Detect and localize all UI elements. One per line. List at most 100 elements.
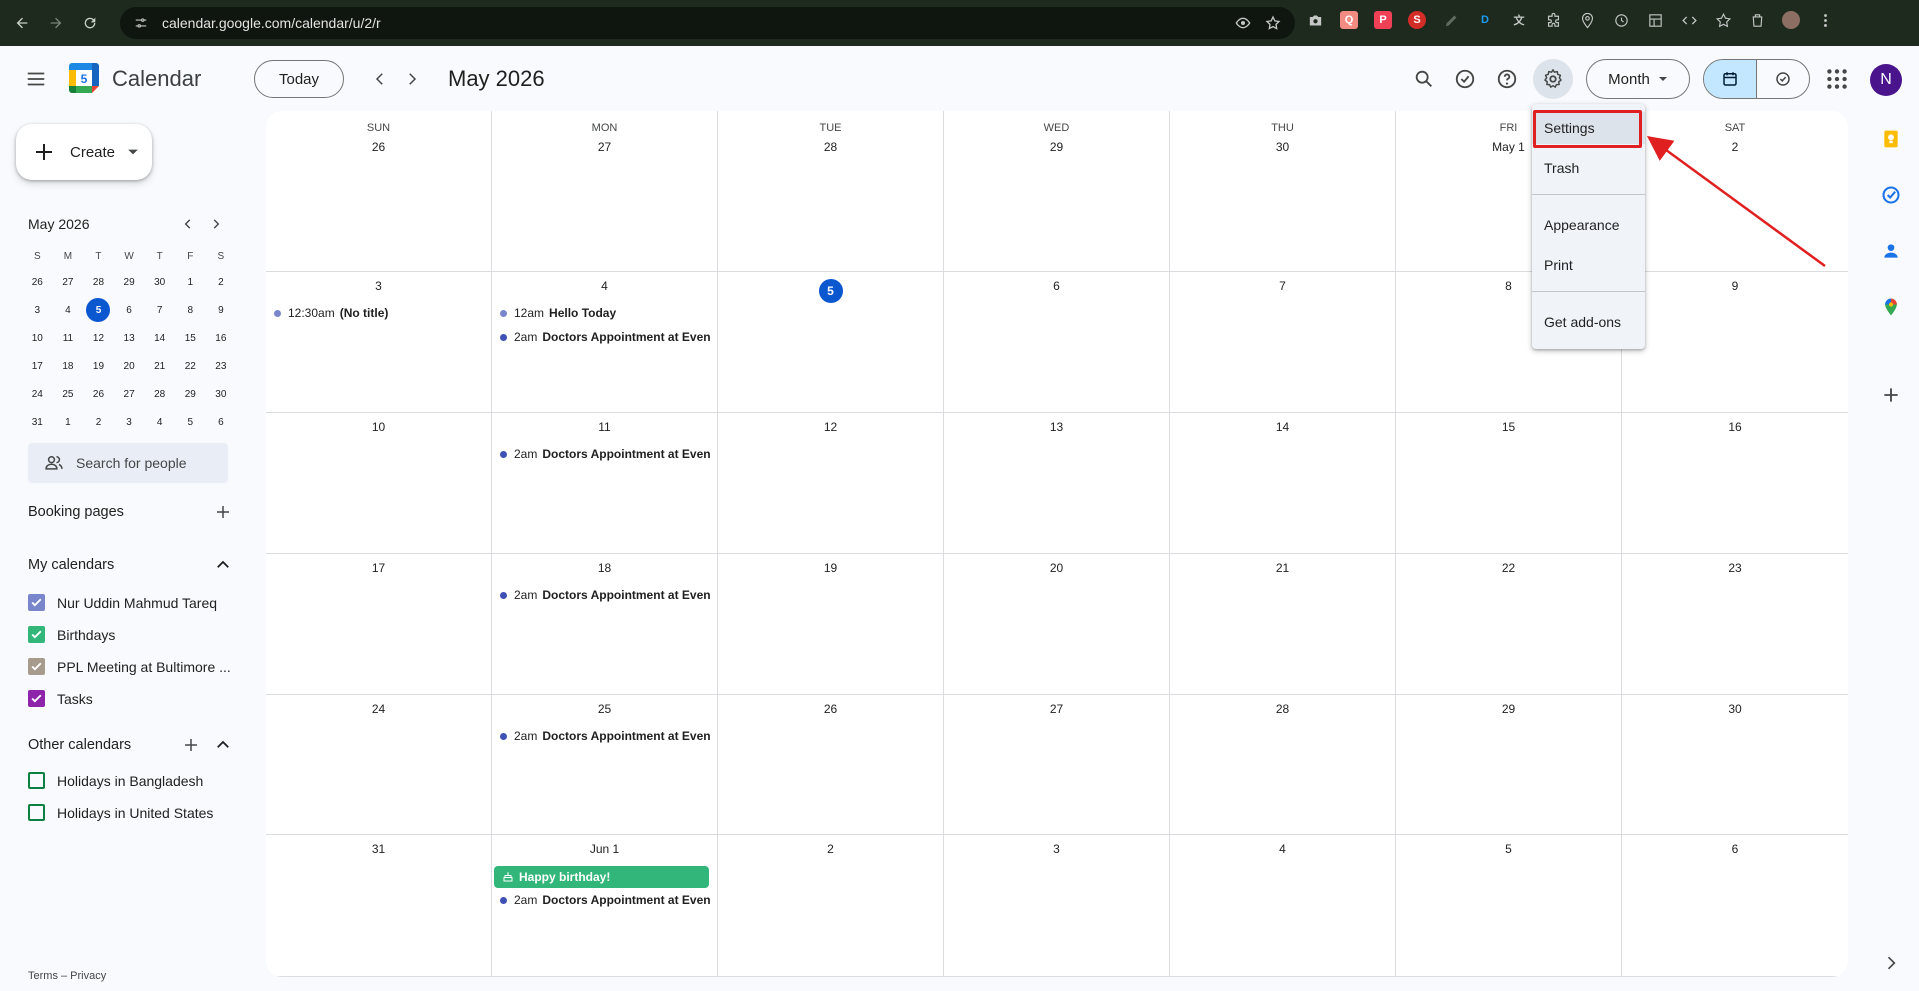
event-chip[interactable]: 12am Hello Today <box>500 303 711 323</box>
date-number[interactable]: 30 <box>1622 702 1848 716</box>
mini-day[interactable]: 2 <box>206 268 237 296</box>
date-number[interactable]: 16 <box>1622 420 1848 434</box>
mini-day[interactable]: 11 <box>53 324 84 352</box>
mini-day[interactable]: 13 <box>114 324 145 352</box>
day-cell[interactable]: 13 <box>944 413 1170 553</box>
day-cell[interactable]: 29 <box>1396 695 1622 834</box>
mini-day[interactable]: 28 <box>144 380 175 408</box>
view-selector[interactable]: Month <box>1586 59 1690 99</box>
pocket-extension-icon[interactable]: P <box>1374 11 1392 29</box>
add-booking-page-icon[interactable] <box>214 503 232 521</box>
date-number[interactable]: 23 <box>1622 561 1848 575</box>
account-avatar[interactable]: N <box>1870 64 1902 96</box>
mini-day[interactable]: 17 <box>22 352 53 380</box>
tasks-icon[interactable] <box>1880 184 1902 206</box>
event-chip[interactable]: 2am Doctors Appointment at Evening <box>500 585 711 605</box>
mini-day[interactable]: 5 <box>175 408 206 436</box>
google-apps-icon[interactable] <box>1824 66 1850 92</box>
day-cell[interactable]: 3 <box>944 835 1170 976</box>
mini-day[interactable]: 26 <box>83 380 114 408</box>
puzzle-extension-icon[interactable] <box>1544 11 1562 29</box>
location-extension-icon[interactable] <box>1578 11 1596 29</box>
day-cell[interactable]: 5 <box>1396 835 1622 976</box>
date-number[interactable]: 22 <box>1396 561 1621 575</box>
back-button[interactable] <box>8 9 36 37</box>
date-number[interactable]: 3 <box>266 279 491 293</box>
date-number[interactable]: 27 <box>944 702 1169 716</box>
day-cell[interactable]: 20 <box>944 554 1170 694</box>
bookmark-star-icon[interactable] <box>1265 15 1281 31</box>
forward-button[interactable] <box>42 9 70 37</box>
date-number[interactable]: 12 <box>718 420 943 434</box>
calendar-list-item[interactable]: Holidays in United States <box>28 804 238 821</box>
mini-day[interactable]: 8 <box>175 296 206 324</box>
date-number[interactable]: 20 <box>944 561 1169 575</box>
my-calendars-section[interactable]: My calendars <box>28 556 232 574</box>
day-cell[interactable]: 15 <box>1396 413 1622 553</box>
mini-day[interactable]: 9 <box>206 296 237 324</box>
get-add-ons-menu-item[interactable]: Get add-ons <box>1532 306 1645 338</box>
event-chip[interactable]: 2am Doctors Appointment at Evening <box>500 444 711 464</box>
mini-day[interactable]: 19 <box>83 352 114 380</box>
mini-day[interactable]: 4 <box>144 408 175 436</box>
mini-day[interactable]: 28 <box>83 268 114 296</box>
mini-day[interactable]: 6 <box>206 408 237 436</box>
day-cell[interactable]: 6 <box>1622 835 1848 976</box>
date-number[interactable]: 29 <box>1396 702 1621 716</box>
checkbox-unchecked-icon[interactable] <box>28 772 45 789</box>
checkbox-unchecked-icon[interactable] <box>28 804 45 821</box>
date-number[interactable]: 3 <box>944 842 1169 856</box>
calendar-list-item[interactable]: Nur Uddin Mahmud Tareq <box>28 594 238 611</box>
day-cell[interactable]: 17 <box>266 554 492 694</box>
today-button[interactable]: Today <box>254 60 344 98</box>
event-chip[interactable]: 12:30am (No title) <box>274 303 485 323</box>
mini-day[interactable]: 22 <box>175 352 206 380</box>
day-cell[interactable]: 19 <box>718 554 944 694</box>
day-cell[interactable]: THU 30 <box>1170 111 1396 271</box>
calendar-list-item[interactable]: PPL Meeting at Bultimore ... <box>28 658 238 675</box>
show-side-panel-icon[interactable] <box>1880 952 1902 974</box>
add-other-calendar-icon[interactable] <box>182 736 200 754</box>
date-number[interactable]: 19 <box>718 561 943 575</box>
date-number[interactable]: 26 <box>266 140 491 154</box>
day-cell[interactable]: SUN 26 <box>266 111 492 271</box>
star-extension-icon[interactable] <box>1714 11 1732 29</box>
mini-day[interactable]: 24 <box>22 380 53 408</box>
mini-day[interactable]: 25 <box>53 380 84 408</box>
mini-prev-button[interactable] <box>174 217 202 231</box>
date-number[interactable]: 5 <box>1396 842 1621 856</box>
mini-day[interactable]: 1 <box>175 268 206 296</box>
mini-day[interactable]: 16 <box>206 324 237 352</box>
date-number[interactable]: Jun 1 <box>492 842 717 856</box>
translate-extension-icon[interactable]: 文 <box>1510 11 1528 29</box>
mini-day[interactable]: 21 <box>144 352 175 380</box>
mini-day[interactable]: 12 <box>83 324 114 352</box>
mini-day[interactable]: 3 <box>114 408 145 436</box>
previous-month-button[interactable] <box>367 66 393 92</box>
mini-day[interactable]: 3 <box>22 296 53 324</box>
date-number[interactable]: 17 <box>266 561 491 575</box>
calendar-view-toggle[interactable] <box>1704 60 1756 98</box>
search-people-input[interactable]: Search for people <box>28 443 228 483</box>
pen-extension-icon[interactable] <box>1442 11 1460 29</box>
mini-day-today[interactable]: 5 <box>83 296 114 324</box>
site-info-icon[interactable] <box>134 16 148 30</box>
day-cell[interactable]: 16 <box>1622 413 1848 553</box>
date-number[interactable]: 18 <box>492 561 717 575</box>
mini-day[interactable]: 15 <box>175 324 206 352</box>
create-button[interactable]: Create <box>16 124 152 180</box>
date-number[interactable]: 28 <box>1170 702 1395 716</box>
mini-day[interactable]: 1 <box>53 408 84 436</box>
trash-menu-item[interactable]: Trash <box>1532 152 1645 184</box>
mini-day[interactable]: 30 <box>144 268 175 296</box>
maps-icon[interactable] <box>1880 296 1902 318</box>
date-number[interactable]: 13 <box>944 420 1169 434</box>
day-cell[interactable]: 12 <box>718 413 944 553</box>
event-chip[interactable]: 2am Doctors Appointment at Evening <box>500 726 711 746</box>
search-button[interactable] <box>1409 64 1439 94</box>
dashlane-extension-icon[interactable]: D <box>1476 11 1494 29</box>
date-number[interactable]: 28 <box>718 140 943 154</box>
date-number[interactable]: 15 <box>1396 420 1621 434</box>
date-number[interactable]: 6 <box>944 279 1169 293</box>
support-button[interactable] <box>1492 64 1522 94</box>
